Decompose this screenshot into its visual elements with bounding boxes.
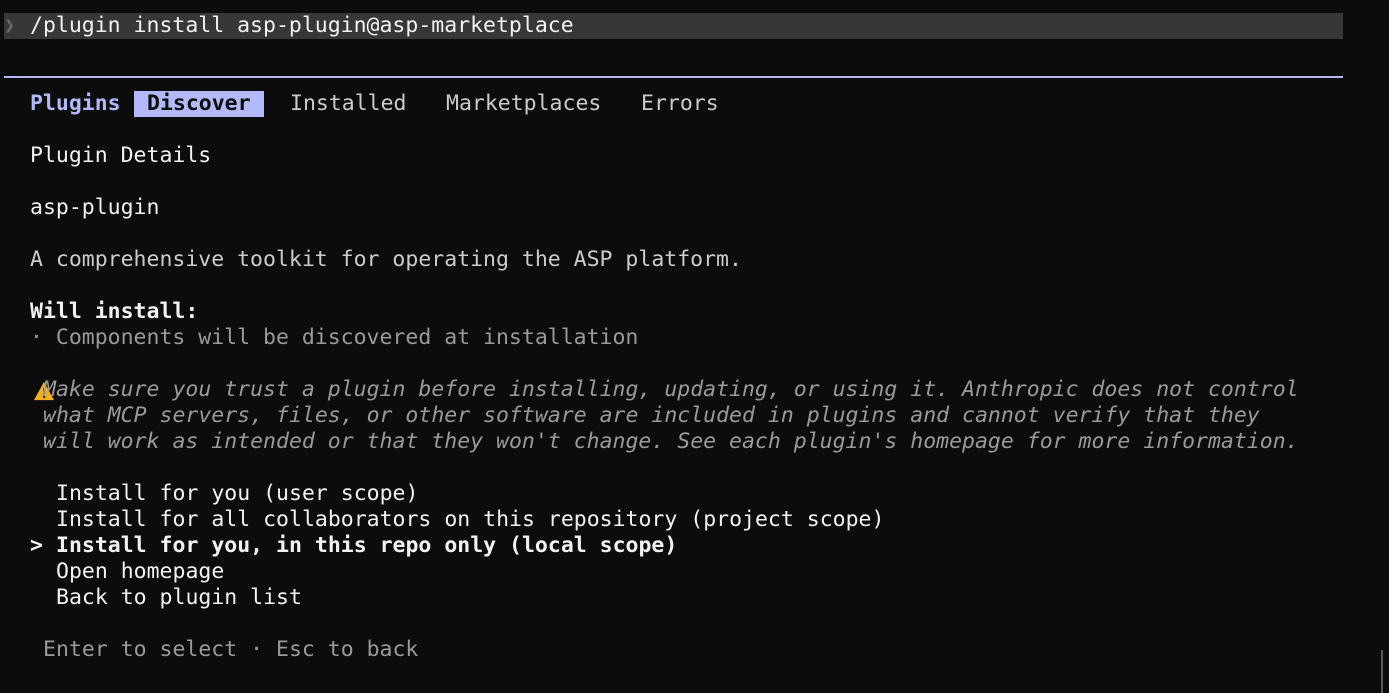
option-open-homepage[interactable]: Open homepage xyxy=(56,559,224,585)
selection-cursor: > xyxy=(30,533,43,558)
option-back-to-list[interactable]: Back to plugin list xyxy=(56,585,302,611)
components-note: · Components will be discovered at insta… xyxy=(30,325,639,350)
footer-hint: Enter to select · Esc to back xyxy=(43,637,419,662)
plugins-title: Plugins xyxy=(30,91,121,116)
tab-marketplaces[interactable]: Marketplaces xyxy=(446,91,601,117)
option-install-local-scope[interactable]: Install for you, in this repo only (loca… xyxy=(56,533,677,559)
tab-discover[interactable]: Discover xyxy=(134,91,264,117)
tab-installed[interactable]: Installed xyxy=(290,91,407,117)
plugin-description: A comprehensive toolkit for operating th… xyxy=(30,247,742,272)
plugin-name: asp-plugin xyxy=(30,195,160,220)
chevron-right-icon: ❯ xyxy=(4,15,15,36)
option-install-user-scope[interactable]: Install for you (user scope) xyxy=(56,481,418,507)
warning-line-1: Make sure you trust a plugin before inst… xyxy=(43,377,1299,402)
option-install-project-scope[interactable]: Install for all collaborators on this re… xyxy=(56,507,884,533)
will-install-label: Will install: xyxy=(30,299,199,324)
tab-errors[interactable]: Errors xyxy=(641,91,719,117)
tab-divider xyxy=(4,76,1343,78)
warning-line-3: will work as intended or that they won't… xyxy=(43,429,1299,454)
scrollbar-thumb[interactable] xyxy=(1381,650,1383,693)
plugin-details-heading: Plugin Details xyxy=(30,143,212,168)
warning-line-2: what MCP servers, files, or other softwa… xyxy=(43,403,1260,428)
prompt-command[interactable]: /plugin install asp-plugin@asp-marketpla… xyxy=(30,13,574,39)
